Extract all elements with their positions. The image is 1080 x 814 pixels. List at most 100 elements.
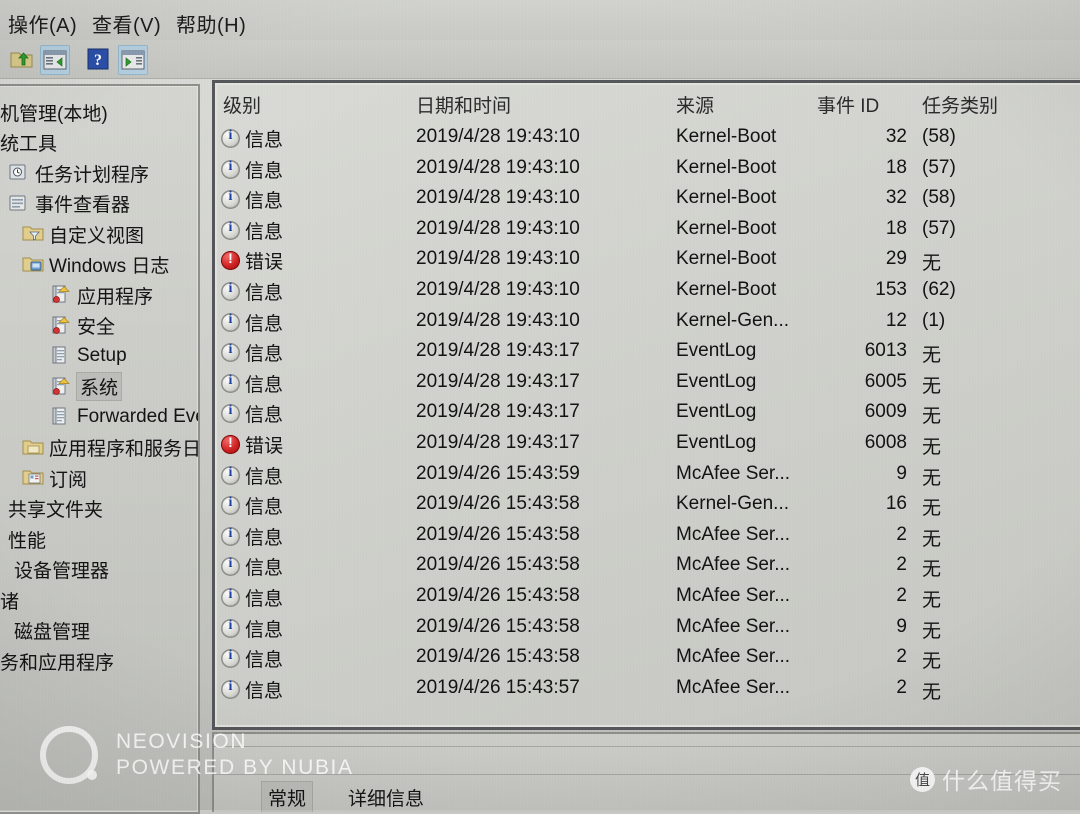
table-row[interactable]: 信息 2019/4/28 19:43:10 Kernel-Boot 153 (62) xyxy=(215,274,1080,305)
cell-level-text: 信息 xyxy=(245,558,284,580)
information-icon xyxy=(221,618,240,638)
sidebar-item-label: Windows 日志 xyxy=(49,256,170,277)
cell-date: 2019/4/28 19:43:10 xyxy=(416,309,580,331)
cell-source: Kernel-Gen... xyxy=(676,309,789,331)
table-row[interactable]: 信息 2019/4/28 19:43:10 Kernel-Boot 18 (57) xyxy=(215,213,1080,244)
smzdm-watermark: 值 什么值得买 xyxy=(910,762,1062,796)
cell-source: McAfee Ser... xyxy=(676,646,791,668)
up-one-level-icon[interactable] xyxy=(8,45,36,73)
cell-date: 2019/4/26 15:43:59 xyxy=(416,462,580,484)
cell-event-id: 2 xyxy=(896,585,907,606)
cell-level-text: 信息 xyxy=(245,466,284,488)
cell-source: EventLog xyxy=(676,370,757,392)
smzdm-label: 什么值得买 xyxy=(942,768,1062,794)
cell-event-id: 6009 xyxy=(864,401,907,423)
information-icon xyxy=(221,342,240,363)
toolbar: ? xyxy=(0,40,1080,79)
cell-event-id: 6005 xyxy=(864,370,907,392)
sidebar-item-4[interactable]: 自定义视图 xyxy=(22,220,144,248)
cell-task-category: 无 xyxy=(922,651,942,673)
table-row[interactable]: 信息 2019/4/26 15:43:59 McAfee Ser... 9无 xyxy=(215,458,1080,489)
cell-date: 2019/4/26 15:43:58 xyxy=(416,615,580,637)
cell-level: 信息 xyxy=(221,615,283,642)
cell-level: 信息 xyxy=(221,278,283,305)
table-row[interactable]: 信息 2019/4/28 19:43:10 Kernel-Boot 32 (58) xyxy=(215,182,1080,213)
sidebar-item-2[interactable]: 任务计划程序 xyxy=(8,159,149,187)
cell-task-category: (1) xyxy=(922,309,946,331)
task-scheduler-icon xyxy=(8,163,30,183)
table-row[interactable]: 信息 2019/4/26 15:43:58 McAfee Ser... 2无 xyxy=(215,519,1080,550)
sidebar-item-3[interactable]: 事件查看器 xyxy=(8,190,130,218)
table-row[interactable]: 信息 2019/4/28 19:43:17 EventLog 6005 无 xyxy=(215,366,1080,397)
subscriptions-icon xyxy=(22,468,44,488)
cell-task-category: 无 xyxy=(922,467,942,489)
table-row[interactable]: 信息 2019/4/26 15:43:57 McAfee Ser... 2无 xyxy=(215,672,1080,703)
sidebar-item-18[interactable]: 务和应用程序 xyxy=(0,647,114,675)
column-header-task[interactable]: 任务类别 xyxy=(922,91,998,118)
table-row[interactable]: 信息 2019/4/26 15:43:58 Kernel-Gen... 16 无 xyxy=(215,488,1080,519)
help-icon[interactable]: ? xyxy=(84,45,112,73)
cell-level-text: 信息 xyxy=(245,374,284,396)
table-row[interactable]: 错误 2019/4/28 19:43:17 EventLog 6008 无 xyxy=(215,427,1080,458)
sidebar-item-0[interactable]: 机管理(本地) xyxy=(0,98,108,126)
column-header-date[interactable]: 日期和时间 xyxy=(416,91,511,118)
cell-source: McAfee Ser... xyxy=(676,462,791,484)
menu-item-1[interactable]: 查看(V) xyxy=(92,9,161,38)
cell-source: Kernel-Boot xyxy=(676,156,777,178)
information-icon xyxy=(221,128,240,148)
cell-level-text: 信息 xyxy=(245,405,284,427)
sidebar-item-10[interactable]: Forwarded Even xyxy=(50,403,198,431)
cell-level-text: 信息 xyxy=(245,283,284,304)
sidebar-item-8[interactable]: Setup xyxy=(50,342,127,370)
table-row[interactable]: 信息 2019/4/28 19:43:17 EventLog 6009 无 xyxy=(215,396,1080,427)
information-icon xyxy=(221,495,240,516)
menu-item-2[interactable]: 帮助(H) xyxy=(176,9,246,38)
sidebar-item-label: Forwarded Even xyxy=(77,406,198,427)
table-row[interactable]: 信息 2019/4/26 15:43:58 McAfee Ser... 2无 xyxy=(215,641,1080,672)
sidebar-item-12[interactable]: 订阅 xyxy=(22,464,87,492)
sidebar-item-13[interactable]: 共享文件夹 xyxy=(8,495,103,523)
sidebar-item-label: 任务计划程序 xyxy=(35,164,150,186)
information-icon xyxy=(221,312,240,332)
table-row[interactable]: 信息 2019/4/26 15:43:58 McAfee Ser... 9无 xyxy=(215,611,1080,642)
sidebar-item-label: 订阅 xyxy=(49,469,88,491)
cell-level: 信息 xyxy=(221,400,283,427)
event-list-pane[interactable]: 级别 日期和时间 来源 事件 ID 任务类别 信息 2019/4/28 19:43:10 K… xyxy=(212,80,1080,730)
sidebar-item-9[interactable]: 系统 xyxy=(50,373,122,401)
list-header-row[interactable]: 级别 日期和时间 来源 事件 ID 任务类别 xyxy=(215,83,1080,119)
sidebar-item-label: 设备管理器 xyxy=(14,561,110,582)
error-icon xyxy=(221,250,240,271)
sidebar-item-1[interactable]: 统工具 xyxy=(0,129,57,157)
table-row[interactable]: 信息 2019/4/28 19:43:10 Kernel-Boot 18 (57) xyxy=(215,152,1080,183)
table-row[interactable]: 信息 2019/4/26 15:43:58 McAfee Ser... 2无 xyxy=(215,549,1080,580)
table-row[interactable]: 信息 2019/4/26 15:43:58 McAfee Ser... 2无 xyxy=(215,580,1080,611)
sidebar-item-7[interactable]: 安全 xyxy=(50,312,115,340)
column-header-level[interactable]: 级别 xyxy=(223,91,261,118)
cell-source: Kernel-Boot xyxy=(676,187,777,209)
cell-source: Kernel-Boot xyxy=(676,248,777,270)
show-console-tree-icon[interactable] xyxy=(40,45,70,75)
detail-tab-1[interactable]: 详细信息 xyxy=(342,782,430,812)
sidebar-item-15[interactable]: 设备管理器 xyxy=(14,556,109,584)
sidebar-item-label: 磁盘管理 xyxy=(14,622,91,643)
sidebar-item-14[interactable]: 性能 xyxy=(8,525,46,553)
information-icon xyxy=(221,159,240,179)
cell-event-id: 2 xyxy=(896,676,907,698)
sidebar-item-6[interactable]: 应用程序 xyxy=(50,281,153,309)
cell-date: 2019/4/28 19:43:10 xyxy=(416,248,580,270)
smzdm-badge-icon: 值 xyxy=(910,766,935,792)
menu-item-0[interactable]: 操作(A) xyxy=(8,9,77,38)
sidebar-item-16[interactable]: 诸 xyxy=(0,586,19,614)
table-row[interactable]: 信息 2019/4/28 19:43:10 Kernel-Gen... 12 (1) xyxy=(215,305,1080,336)
sidebar-item-11[interactable]: 应用程序和服务日志 xyxy=(22,434,198,462)
detail-tab-0[interactable]: 常规 xyxy=(262,782,313,812)
column-header-source[interactable]: 来源 xyxy=(676,91,714,118)
show-action-pane-icon[interactable] xyxy=(118,45,148,75)
table-row[interactable]: 信息 2019/4/28 19:43:17 EventLog 6013 无 xyxy=(215,335,1080,366)
table-row[interactable]: 信息 2019/4/28 19:43:10 Kernel-Boot 32 (58) xyxy=(215,121,1080,152)
sidebar-item-17[interactable]: 磁盘管理 xyxy=(14,617,90,645)
console-tree-sidebar[interactable]: 机管理(本地) 统工具任务计划程序事件查看器 自定义视图 Windows 日志应用程序… xyxy=(0,84,200,814)
table-row[interactable]: 错误 2019/4/28 19:43:10 Kernel-Boot 29 无 xyxy=(215,243,1080,274)
sidebar-item-5[interactable]: Windows 日志 xyxy=(22,251,169,279)
column-header-eventid[interactable]: 事件 ID xyxy=(817,91,879,118)
